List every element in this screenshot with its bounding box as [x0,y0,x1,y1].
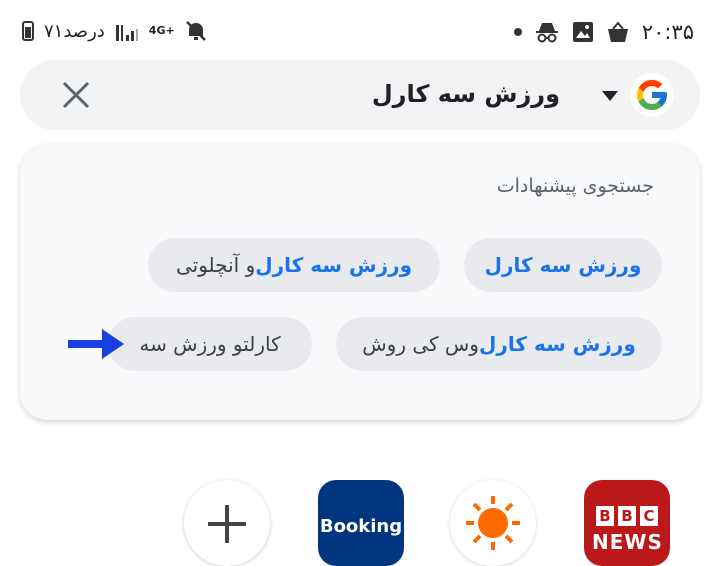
suggestion-chip[interactable]: ورزش سه کارل وس کی روش [336,317,662,371]
add-shortcut-button[interactable] [184,480,270,566]
search-suggestions-panel: جستجوی پیشنهادات ورزش سه کارل ورزش سه کا… [20,145,700,420]
suggestions-title: جستجوی پیشنهادات [496,175,654,197]
search-input[interactable]: ورزش سه کارل [372,80,560,108]
shortcut-bbc-news[interactable]: B B C NEWS [584,480,670,566]
bbc-news-text: NEWS [592,530,663,554]
notification-dot-icon [513,28,522,36]
clock: ۲۰:۳۵ [641,20,694,44]
status-bar: ۲۰:۳۵ ۷۱درصد 4G+ [0,0,720,58]
bbc-logo: B B C [596,506,658,526]
status-bar-right: ۲۰:۳۵ [513,20,694,44]
suggestion-chip[interactable]: ورزش سه کارل [464,238,662,292]
bbc-letter: B [596,506,614,526]
bbc-letter: B [618,506,636,526]
engine-dropdown-caret-icon[interactable] [602,91,618,101]
mute-icon [185,21,206,41]
suggestion-rest: کارلتو ورزش سه [139,332,281,356]
suggestion-highlight: ورزش سه کارل [478,332,636,356]
suggestion-chip[interactable]: کارلتو ورزش سه [108,317,312,371]
shortcut-weather[interactable] [450,480,536,566]
close-icon[interactable] [60,79,92,111]
google-logo-icon[interactable] [630,73,674,117]
suggestion-rest: وس کی روش [362,332,479,356]
network-type: 4G+ [148,24,175,37]
status-bar-left: ۷۱درصد 4G+ [22,20,207,42]
suggestion-highlight: ورزش سه کارل [484,253,642,277]
booking-logo: Booking [319,516,403,537]
incognito-icon [535,23,558,43]
shopping-basket-icon [607,21,628,42]
gallery-icon [572,22,593,42]
suggestion-highlight: ورزش سه کارل [255,253,413,277]
battery-icon [22,21,34,41]
bbc-letter: C [640,506,658,526]
pointer-arrow-icon [68,329,124,359]
battery-percentage: ۷۱درصد [44,20,105,42]
sun-icon [466,496,520,550]
signal-bars-icon [115,25,138,41]
shortcut-booking[interactable]: Booking [318,480,404,566]
suggestion-chip[interactable]: ورزش سه کارل و آنچلوتی [148,238,440,292]
search-bar[interactable]: ورزش سه کارل [20,60,700,130]
suggestion-rest: و آنچلوتی [175,253,256,277]
